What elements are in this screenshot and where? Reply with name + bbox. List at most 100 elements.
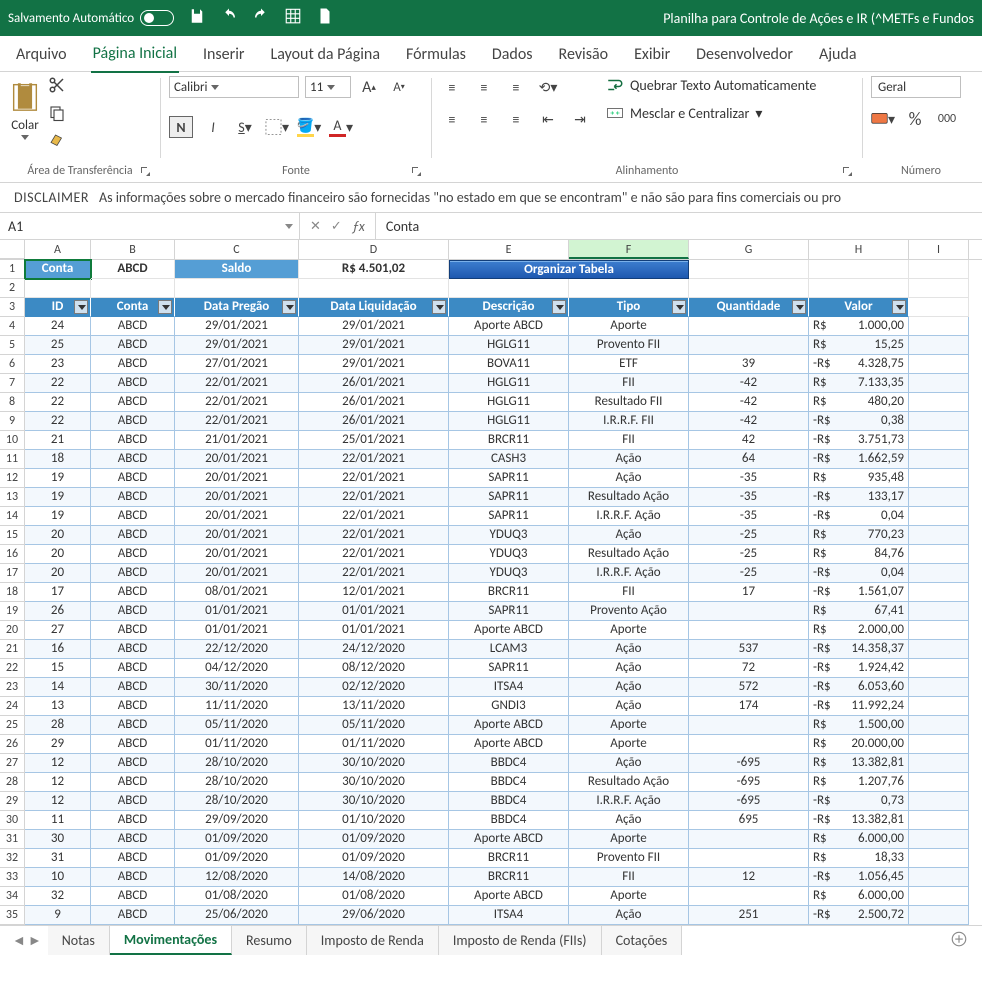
cell[interactable]: 20/01/2021 bbox=[175, 469, 299, 488]
cell[interactable]: 22/12/2020 bbox=[175, 640, 299, 659]
cell[interactable]: -25 bbox=[689, 564, 809, 583]
cell[interactable]: FII bbox=[569, 431, 689, 450]
cell[interactable]: -R$0,04 bbox=[809, 564, 909, 583]
cell[interactable]: R$935,48 bbox=[809, 469, 909, 488]
cell[interactable]: Resultado Ação bbox=[569, 545, 689, 564]
column-header-B[interactable]: B bbox=[91, 240, 175, 259]
cell[interactable]: 30 bbox=[25, 830, 91, 849]
fx-icon[interactable]: ƒx bbox=[352, 218, 365, 235]
cell[interactable]: -35 bbox=[689, 488, 809, 507]
cell[interactable]: Ação bbox=[569, 906, 689, 925]
cell[interactable]: -R$0,04 bbox=[809, 507, 909, 526]
cell[interactable]: 39 bbox=[689, 355, 809, 374]
sheet-tab-notas[interactable]: Notas bbox=[48, 926, 110, 955]
cell[interactable]: 22/01/2021 bbox=[175, 412, 299, 431]
cell[interactable]: R$1.500,00 bbox=[809, 716, 909, 735]
cell[interactable]: 26 bbox=[25, 602, 91, 621]
cell[interactable]: 01/09/2020 bbox=[299, 849, 449, 868]
cell[interactable]: 20/01/2021 bbox=[175, 526, 299, 545]
increase-indent-icon[interactable]: ⇥ bbox=[568, 108, 592, 130]
cell[interactable]: 20/01/2021 bbox=[175, 450, 299, 469]
cell[interactable] bbox=[689, 830, 809, 849]
cell[interactable]: R$2.000,00 bbox=[809, 621, 909, 640]
cell[interactable]: ABCD bbox=[91, 355, 175, 374]
paste-button[interactable]: Colar bbox=[8, 76, 42, 140]
add-sheet-button[interactable] bbox=[936, 930, 982, 952]
cell[interactable]: BRCR11 bbox=[449, 868, 569, 887]
cell[interactable]: 29/01/2021 bbox=[299, 355, 449, 374]
cell[interactable]: HGLG11 bbox=[449, 374, 569, 393]
sheet-tab-imposto-de-renda[interactable]: Imposto de Renda bbox=[307, 926, 439, 955]
cell[interactable]: -25 bbox=[689, 545, 809, 564]
cell[interactable]: Aporte ABCD bbox=[449, 317, 569, 336]
bold-button[interactable]: N bbox=[169, 116, 193, 138]
sheet-tab-movimentações[interactable]: Movimentações bbox=[110, 926, 232, 955]
cell[interactable]: 22/01/2021 bbox=[299, 545, 449, 564]
cell[interactable]: BBDC4 bbox=[449, 773, 569, 792]
cell[interactable]: 24/12/2020 bbox=[299, 640, 449, 659]
cell[interactable]: 12 bbox=[25, 792, 91, 811]
cell[interactable]: 537 bbox=[689, 640, 809, 659]
cell[interactable]: 22/01/2021 bbox=[299, 507, 449, 526]
cell[interactable]: I.R.R.F. FII bbox=[569, 412, 689, 431]
cell[interactable]: -R$6.053,60 bbox=[809, 678, 909, 697]
currency-icon[interactable]: ▾ bbox=[871, 108, 895, 130]
table-header-conta[interactable]: Conta bbox=[91, 298, 175, 317]
cell[interactable]: R$6.000,00 bbox=[809, 830, 909, 849]
cell[interactable]: Ação bbox=[569, 450, 689, 469]
cell[interactable]: 24 bbox=[25, 317, 91, 336]
cell[interactable]: 22/01/2021 bbox=[299, 526, 449, 545]
cell[interactable]: ABCD bbox=[91, 659, 175, 678]
cell[interactable]: 28/10/2020 bbox=[175, 773, 299, 792]
column-header-F[interactable]: F bbox=[569, 240, 689, 259]
cell[interactable]: 01/01/2021 bbox=[175, 621, 299, 640]
cell[interactable]: YDUQ3 bbox=[449, 545, 569, 564]
cell[interactable]: R$84,76 bbox=[809, 545, 909, 564]
cell[interactable]: 23 bbox=[25, 355, 91, 374]
cell[interactable]: 20/01/2021 bbox=[175, 507, 299, 526]
cell[interactable]: GNDI3 bbox=[449, 697, 569, 716]
align-center-icon[interactable]: ≡ bbox=[472, 108, 496, 130]
cell[interactable]: 08/12/2020 bbox=[299, 659, 449, 678]
format-painter-icon[interactable] bbox=[48, 132, 66, 154]
table-header-data-liquidação[interactable]: Data Liquidação bbox=[299, 298, 449, 317]
cut-icon[interactable] bbox=[48, 76, 66, 98]
cell[interactable]: R$1.207,76 bbox=[809, 773, 909, 792]
redo-icon[interactable] bbox=[252, 7, 270, 29]
cell[interactable]: 22/01/2021 bbox=[299, 469, 449, 488]
cell[interactable]: 572 bbox=[689, 678, 809, 697]
cell[interactable]: -25 bbox=[689, 526, 809, 545]
cell[interactable]: ABCD bbox=[91, 773, 175, 792]
table-icon[interactable] bbox=[284, 7, 302, 29]
cell[interactable] bbox=[689, 849, 809, 868]
cell[interactable]: 22/01/2021 bbox=[299, 564, 449, 583]
cell[interactable]: SAPR11 bbox=[449, 488, 569, 507]
filter-icon[interactable] bbox=[672, 300, 686, 314]
cell[interactable]: R$67,41 bbox=[809, 602, 909, 621]
cell[interactable]: Aporte ABCD bbox=[449, 735, 569, 754]
cell[interactable]: HGLG11 bbox=[449, 393, 569, 412]
cell[interactable]: 30/10/2020 bbox=[299, 754, 449, 773]
cell[interactable]: Provento Ação bbox=[569, 602, 689, 621]
cell[interactable]: 28/10/2020 bbox=[175, 754, 299, 773]
percent-icon[interactable]: % bbox=[903, 108, 927, 130]
cell[interactable]: 17 bbox=[689, 583, 809, 602]
thousands-icon[interactable]: 000 bbox=[935, 108, 959, 130]
cell[interactable]: 12 bbox=[689, 868, 809, 887]
menu-tab-arquivo[interactable]: Arquivo bbox=[14, 41, 69, 72]
save-icon[interactable] bbox=[188, 7, 206, 29]
cell[interactable]: BBDC4 bbox=[449, 792, 569, 811]
organize-table-button[interactable]: Organizar Tabela bbox=[449, 260, 689, 279]
cell[interactable]: SAPR11 bbox=[449, 507, 569, 526]
cell[interactable]: ABCD bbox=[91, 621, 175, 640]
cell[interactable]: ETF bbox=[569, 355, 689, 374]
cell[interactable]: BBDC4 bbox=[449, 811, 569, 830]
cell[interactable]: ABCD bbox=[91, 583, 175, 602]
column-header-C[interactable]: C bbox=[175, 240, 299, 259]
cell[interactable]: CASH3 bbox=[449, 450, 569, 469]
cell[interactable]: -R$0,73 bbox=[809, 792, 909, 811]
cell[interactable] bbox=[689, 602, 809, 621]
dialog-launcher-icon[interactable] bbox=[411, 166, 423, 178]
cell[interactable]: -R$1.561,07 bbox=[809, 583, 909, 602]
font-name-combo[interactable]: Calibri bbox=[169, 76, 299, 98]
